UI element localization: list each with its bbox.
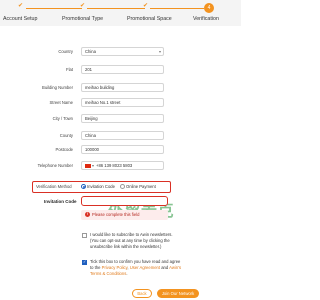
terms-comma: , xyxy=(127,265,129,270)
telephone-label: Telephone Number xyxy=(37,163,73,168)
stepper-connector xyxy=(150,8,204,9)
step-label: Verification xyxy=(193,16,219,22)
newsletter-checkbox[interactable] xyxy=(82,233,87,238)
flat-input[interactable]: 201 xyxy=(81,65,164,74)
country-select[interactable]: China ▾ xyxy=(81,47,164,56)
invitation-code-error: ! Please complete this field xyxy=(81,210,168,220)
terms-checkbox[interactable] xyxy=(82,259,87,265)
country-value: China xyxy=(85,49,96,54)
verification-method-label: Verification Method xyxy=(36,184,72,189)
verification-page: ✔ Account Setup ✔ Promotional Type ✔ Pro… xyxy=(0,0,241,300)
step-label: Promotional Type xyxy=(62,16,104,22)
radio-label: Invitation Code xyxy=(87,184,115,189)
join-network-button[interactable]: Join Our Network xyxy=(157,289,199,298)
postcode-label: Postcode xyxy=(55,147,73,152)
newsletter-text: I would like to subscribe to Awin newsle… xyxy=(90,232,173,249)
street-name-label: Street Name xyxy=(49,100,73,105)
invitation-code-input[interactable] xyxy=(81,196,168,206)
building-number-label: Building Number xyxy=(42,85,73,90)
radio-selected-icon xyxy=(81,184,86,190)
city-input[interactable]: Beijing xyxy=(81,114,164,123)
country-row: Country China ▾ xyxy=(0,47,241,59)
telephone-value: +86 139 8023 5803 xyxy=(96,163,133,168)
terms-and: and xyxy=(161,265,169,270)
step-number: 4 xyxy=(204,3,214,13)
verification-method-group: Verification Method Invitation Code Onli… xyxy=(32,181,171,193)
check-icon: ✔ xyxy=(18,3,24,9)
terms-suffix: . xyxy=(126,271,128,276)
terms-text: Tick this box to confirm you have read a… xyxy=(90,259,182,277)
check-icon: ✔ xyxy=(80,3,86,9)
chevron-down-icon: ▾ xyxy=(92,163,95,168)
signup-stepper: ✔ Account Setup ✔ Promotional Type ✔ Pro… xyxy=(0,0,241,26)
chevron-down-icon: ▾ xyxy=(158,49,161,54)
radio-label: Online Payment xyxy=(126,184,156,189)
flat-row: Flat 201 xyxy=(0,65,241,77)
postcode-input[interactable]: 100000 xyxy=(81,145,164,154)
check-icon: ✔ xyxy=(143,3,149,9)
china-flag-icon xyxy=(85,163,91,168)
city-label: City / Town xyxy=(52,116,73,121)
step-label: Account Setup xyxy=(3,16,38,22)
telephone-row: Telephone Number ▾ +86 139 8023 5803 xyxy=(0,161,241,173)
county-row: County China xyxy=(0,131,241,143)
street-name-input[interactable]: meihao No.1 street xyxy=(81,98,164,107)
error-text: Please complete this field xyxy=(92,212,140,217)
postcode-row: Postcode 100000 xyxy=(0,145,241,157)
flat-label: Flat xyxy=(66,67,73,72)
stepper-connector xyxy=(26,8,82,9)
radio-unselected-icon xyxy=(120,184,125,190)
building-number-input[interactable]: meihao building xyxy=(81,83,164,92)
telephone-input[interactable]: ▾ +86 139 8023 5803 xyxy=(81,161,164,170)
invitation-code-label: Invitation Code xyxy=(44,199,77,204)
stepper-connector xyxy=(87,8,145,9)
back-button[interactable]: Back xyxy=(132,289,152,298)
county-input[interactable]: China xyxy=(81,131,164,140)
street-name-row: Street Name meihao No.1 street xyxy=(0,98,241,110)
newsletter-consent: I would like to subscribe to Awin newsle… xyxy=(82,232,182,250)
user-agreement-link[interactable]: User Agreement xyxy=(130,265,160,270)
county-label: County xyxy=(59,133,73,138)
privacy-policy-link[interactable]: Privacy Policy xyxy=(102,265,128,270)
city-row: City / Town Beijing xyxy=(0,114,241,126)
radio-invitation-code[interactable]: Invitation Code xyxy=(81,184,115,190)
country-label: Country xyxy=(58,49,73,54)
step-label: Promotional Space xyxy=(127,16,172,22)
radio-online-payment[interactable]: Online Payment xyxy=(120,184,156,190)
alert-icon: ! xyxy=(85,212,90,218)
terms-consent: Tick this box to confirm you have read a… xyxy=(82,259,182,277)
building-number-row: Building Number meihao building xyxy=(0,83,241,95)
